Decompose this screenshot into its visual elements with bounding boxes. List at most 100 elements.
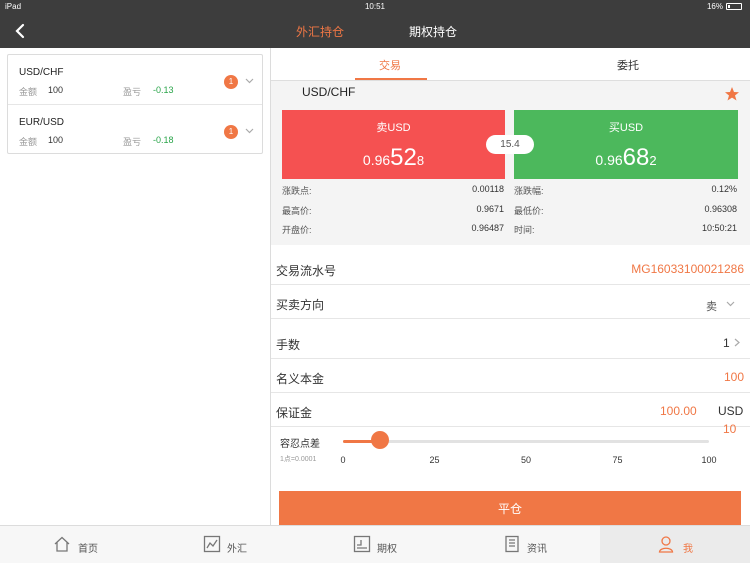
margin-currency: USD — [718, 404, 744, 418]
stat-low-value: 0.96308 — [704, 204, 737, 214]
tab-news[interactable]: 资讯 — [450, 526, 600, 563]
stat-time-label: 时间: — [514, 225, 535, 235]
tab-trade[interactable]: 交易 — [379, 57, 401, 73]
trade-pane: 交易 委托 USD/CHF 卖USD 0.96528 买USD 0.96682 … — [271, 48, 750, 527]
battery-icon — [726, 3, 742, 10]
tab-me[interactable]: 我 — [600, 526, 750, 563]
lots-row[interactable]: 手数 1 — [271, 325, 750, 359]
slider-tick-label: 100 — [701, 455, 717, 465]
stat-high-value: 0.9671 — [476, 204, 504, 214]
position-symbol: EUR/USD — [19, 117, 65, 128]
tab-options[interactable]: 期权 — [300, 526, 450, 563]
sell-label: 卖USD — [376, 122, 411, 134]
tab-forex-label: 外汇 — [227, 544, 247, 555]
buy-button[interactable]: 买USD 0.96682 — [514, 110, 738, 179]
margin-value: 100.00 — [660, 404, 697, 418]
pl-value: -0.18 — [153, 135, 174, 145]
amount-value: 100 — [48, 85, 64, 95]
tab-option-positions[interactable]: 期权持仓 — [409, 23, 457, 40]
stat-change-points-value: 0.00118 — [472, 184, 504, 194]
tab-forex-positions[interactable]: 外汇持仓 — [296, 23, 344, 40]
stat-high-label: 最高价: — [282, 206, 312, 216]
amount-label: 金额 — [19, 87, 38, 97]
amount-label: 金额 — [19, 137, 38, 147]
serial-row: 交易流水号 MG16033100021286 — [271, 251, 750, 285]
chevron-down-icon[interactable] — [245, 126, 254, 135]
slider-tick-label: 25 — [429, 455, 440, 465]
stat-open-value: 0.96487 — [471, 223, 504, 233]
home-icon — [54, 536, 70, 552]
spread-badge: 15.4 — [486, 135, 534, 154]
slippage-slider-thumb[interactable] — [370, 431, 389, 449]
news-icon — [505, 535, 519, 553]
sell-button[interactable]: 卖USD 0.96528 — [282, 110, 505, 179]
stat-change-points-label: 涨跌点: — [282, 186, 312, 196]
close-position-button[interactable]: 平仓 — [279, 491, 741, 527]
notional-label: 名义本金 — [276, 372, 325, 386]
count-badge: 1 — [224, 125, 238, 139]
tab-me-label: 我 — [683, 544, 693, 555]
stat-time-value: 10:50:21 — [701, 223, 737, 233]
serial-label: 交易流水号 — [276, 264, 337, 278]
stat-open-label: 开盘价: — [282, 225, 312, 235]
margin-row: 保证金 100.00 USD — [271, 393, 750, 427]
pl-label: 盈亏 — [123, 87, 142, 97]
star-icon[interactable] — [724, 86, 740, 102]
chevron-down-icon[interactable] — [726, 299, 735, 308]
position-symbol: USD/CHF — [19, 67, 64, 78]
buy-price-prefix: 0.96 — [595, 152, 623, 168]
battery-status: 16% — [707, 2, 742, 11]
direction-row[interactable]: 买卖方向 卖 — [271, 285, 750, 319]
margin-label: 保证金 — [276, 406, 313, 420]
lots-value[interactable]: 1 — [723, 336, 730, 350]
sell-price-prefix: 0.96 — [362, 152, 391, 168]
tab-home[interactable]: 首页 — [0, 526, 150, 563]
slider-tick-label: 50 — [521, 455, 532, 465]
tab-news-label: 资讯 — [527, 544, 547, 555]
count-badge: 1 — [224, 75, 238, 89]
quote-panel: USD/CHF 卖USD 0.96528 买USD 0.96682 15.4 涨… — [271, 81, 750, 245]
tab-forex[interactable]: 外汇 — [150, 526, 300, 563]
tab-orders[interactable]: 委托 — [617, 57, 639, 73]
status-bar: iPad 10:51 16% — [0, 0, 750, 14]
amount-value: 100 — [48, 135, 64, 145]
sell-price: 0.96528 — [282, 144, 505, 172]
battery-percent: 16% — [706, 2, 723, 11]
back-button[interactable] — [10, 20, 32, 42]
stat-change-pct-value: 0.12% — [711, 184, 737, 194]
buy-price-suffix: 2 — [649, 153, 657, 168]
position-item[interactable]: EUR/USD 金额 100 盈亏 -0.18 1 — [8, 104, 262, 152]
forex-chart-icon — [203, 535, 221, 553]
chevron-left-icon — [15, 23, 25, 39]
quote-symbol: USD/CHF — [302, 85, 356, 99]
chevron-down-icon[interactable] — [245, 76, 254, 85]
stat-change-pct-label: 涨跌幅: — [514, 186, 544, 196]
direction-label: 买卖方向 — [276, 298, 325, 312]
buy-price: 0.96682 — [514, 144, 738, 172]
positions-list: USD/CHF 金额 100 盈亏 -0.13 1 EUR/USD 金额 100… — [7, 54, 263, 154]
active-tab-indicator — [355, 78, 427, 80]
buy-label: 买USD — [608, 122, 644, 134]
nav-bar: 外汇持仓 期权持仓 — [0, 14, 750, 48]
clock: 10:51 — [364, 2, 386, 11]
buy-price-main: 68 — [622, 144, 650, 171]
slippage-slider-track[interactable] — [343, 440, 709, 443]
direction-value[interactable]: 卖 — [706, 298, 717, 314]
slider-tick-label: 0 — [340, 455, 346, 465]
slider-tick-label: 75 — [612, 455, 623, 465]
notional-value: 100 — [723, 370, 744, 384]
slippage-value: 10 — [723, 422, 737, 436]
serial-value: MG16033100021286 — [631, 262, 744, 276]
position-item[interactable]: USD/CHF 金额 100 盈亏 -0.13 1 — [8, 55, 262, 103]
chevron-right-icon[interactable] — [733, 338, 741, 347]
positions-pane: USD/CHF 金额 100 盈亏 -0.13 1 EUR/USD 金额 100… — [0, 48, 271, 525]
user-icon — [658, 536, 674, 553]
trade-segment-control: 交易 委托 — [271, 48, 750, 81]
notional-row: 名义本金 100 — [271, 359, 750, 393]
tab-home-label: 首页 — [78, 544, 98, 555]
lots-label: 手数 — [276, 338, 301, 352]
sell-price-main: 52 — [390, 144, 417, 171]
pl-label: 盈亏 — [123, 137, 142, 147]
options-chart-icon — [353, 535, 371, 553]
bottom-tab-bar: 首页 外汇 期权 资讯 我 — [0, 525, 750, 563]
